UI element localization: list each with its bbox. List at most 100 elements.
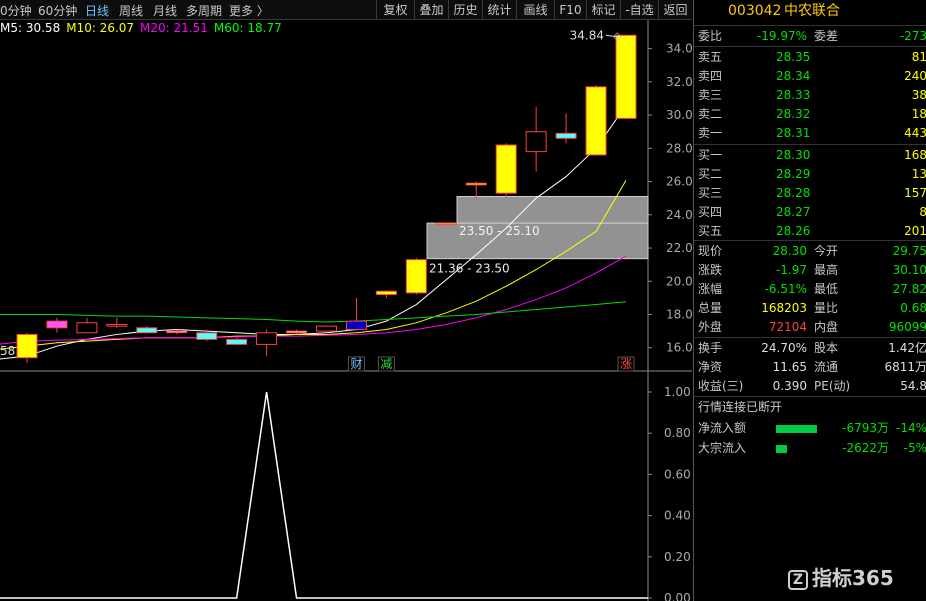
divider — [694, 396, 926, 397]
price-chart[interactable]: 34.00 32.00 30.00 28.00 26.00 24.00 22.00 20.00… — [0, 0, 692, 601]
bid-row: 买四 28.27 8 — [694, 203, 926, 222]
stat-value-2: 27.82 — [892, 282, 926, 296]
ask-price: 28.34 — [776, 69, 811, 83]
indicator-tick-label: 0.00 — [664, 591, 691, 601]
price-tick-label: 18.00 — [666, 307, 692, 321]
fundamental-label: 收益(三) — [698, 379, 744, 393]
fundamental-label-2: PE(动) — [814, 379, 851, 393]
divider — [694, 25, 926, 26]
indicator-tick-label: 1.00 — [664, 385, 691, 399]
flow-value: -2622万 — [842, 441, 889, 455]
high-price-label: 34.84 — [570, 28, 604, 42]
flow-value: -6793万 — [842, 421, 889, 435]
candle-body — [46, 320, 68, 329]
ask-row: 卖三 28.33 38 — [694, 86, 926, 105]
stat-value: 28.30 — [772, 244, 807, 258]
flow-pct: -5% — [903, 441, 926, 455]
ask-label: 卖四 — [698, 69, 723, 83]
stock-header: 003042 中农联合 — [694, 2, 926, 22]
bid-row: 买五 28.26 201 — [694, 222, 926, 241]
stat-label: 现价 — [698, 244, 723, 258]
candle-body — [615, 34, 637, 119]
ask-volume: 38 — [911, 88, 926, 102]
candle-body — [76, 322, 98, 334]
stat-label: 外盘 — [698, 320, 723, 334]
candle-body — [16, 333, 38, 359]
price-tick-label: 28.00 — [666, 141, 692, 155]
candle-body — [585, 86, 607, 156]
watermark: Z 指标365 — [788, 562, 894, 591]
stat-row: 总量 168203 量比 0.68 — [694, 299, 926, 318]
candle-body — [256, 332, 278, 345]
gap-zone — [456, 196, 649, 224]
bid-price: 28.29 — [776, 167, 811, 181]
fundamental-value: 24.70% — [761, 341, 807, 355]
bid-label: 买五 — [698, 224, 723, 238]
diamond-icon: ◇ — [613, 29, 622, 42]
bid-label: 买四 — [698, 205, 723, 219]
flow-bar — [776, 445, 787, 453]
stat-value: -6.51% — [764, 282, 807, 296]
indicator-line — [0, 391, 648, 599]
watermark-text: 指标365 — [812, 566, 894, 590]
weibi-value: -19.97% — [756, 29, 807, 43]
stat-value: 72104 — [768, 320, 807, 334]
bid-row: 买三 28.28 157 — [694, 184, 926, 203]
stat-label: 涨幅 — [698, 282, 723, 296]
ask-row: 卖一 28.31 443 — [694, 124, 926, 143]
candle-body — [166, 330, 188, 334]
flow-row: 大宗流入 -2622万 -5% — [694, 439, 926, 458]
ask-label: 卖三 — [698, 88, 723, 102]
fundamental-label-2: 流通 — [814, 360, 839, 374]
divider — [694, 240, 926, 241]
candle-body — [316, 325, 337, 332]
ask-label: 卖二 — [698, 107, 723, 121]
fundamental-value-2: 54.8 — [900, 379, 926, 393]
bid-price: 28.28 — [776, 186, 811, 200]
stat-row: 外盘 72104 内盘 96099 — [694, 318, 926, 337]
stat-value-2: 96099 — [888, 320, 926, 334]
candle-body — [345, 320, 367, 330]
stat-value: -1.97 — [775, 263, 807, 277]
fundamental-label: 换手 — [698, 341, 723, 355]
flow-row: 净流入额 -6793万 -14% — [694, 419, 926, 438]
bid-volume: 8 — [919, 205, 926, 219]
candle-body — [525, 131, 547, 153]
event-marker: 涨 — [620, 356, 632, 371]
divider — [694, 337, 926, 338]
fundamental-label: 净资 — [698, 360, 723, 374]
indicator-tick-label: 0.40 — [664, 509, 691, 523]
price-tick-label: 26.00 — [666, 175, 692, 189]
stat-row: 涨幅 -6.51% 最低 27.82 — [694, 280, 926, 299]
bid-label: 买二 — [698, 167, 723, 181]
candle-body — [136, 327, 158, 334]
stat-value-2: 29.75 — [892, 244, 926, 258]
indicator-tick-label: 0.20 — [664, 550, 691, 564]
indicator-tick-label: 0.80 — [664, 426, 691, 440]
candle-body — [465, 182, 487, 186]
low-price-label: 58 — [0, 344, 15, 358]
ask-price: 28.35 — [776, 50, 811, 64]
weicha-label: 委差 — [814, 29, 839, 43]
status-row: 行情连接已断开 — [694, 398, 926, 417]
price-tick-label: 30.00 — [666, 108, 692, 122]
flow-label: 大宗流入 — [698, 441, 747, 455]
weicha-value: -273 — [899, 29, 926, 43]
stock-name: 中农联合 — [784, 3, 840, 19]
gap-zone-label: 23.50 - 25.10 — [459, 224, 540, 238]
event-marker: 财 — [350, 357, 362, 371]
stat-value: 168203 — [761, 301, 807, 315]
bid-price: 28.30 — [776, 148, 811, 162]
ask-price: 28.33 — [776, 88, 811, 102]
indicator-tick-label: 0.60 — [664, 467, 691, 481]
fundamental-value-2: 1.42亿 — [888, 341, 926, 355]
bid-price: 28.26 — [776, 224, 811, 238]
candle-body — [375, 290, 397, 296]
flow-bar — [776, 425, 817, 433]
stat-row: 现价 28.30 今开 29.75 — [694, 242, 926, 261]
ask-row: 卖二 28.32 18 — [694, 105, 926, 124]
ask-volume: 240 — [904, 69, 926, 83]
bid-volume: 13 — [911, 167, 926, 181]
candle-body — [495, 144, 517, 194]
price-tick-label: 32.00 — [666, 75, 692, 89]
